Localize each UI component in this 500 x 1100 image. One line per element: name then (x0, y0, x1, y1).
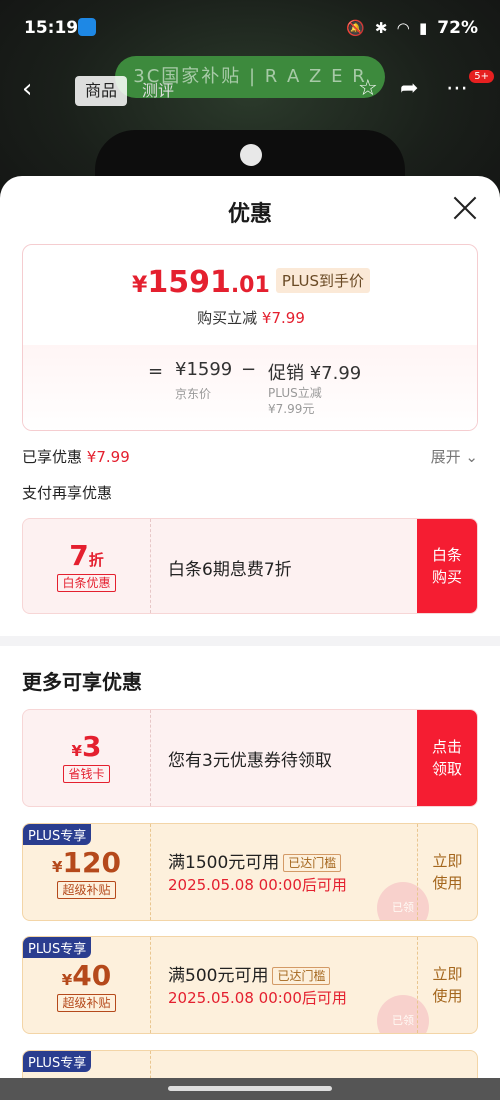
baitiao-desc: 白条6期息费7折 (168, 560, 292, 580)
price-breakdown-card: ¥1591.01 PLUS到手价 购买立减 ¥7.99 = ¥1599 京东价 … (22, 244, 478, 431)
home-indicator[interactable] (0, 1078, 500, 1100)
promo-sub-label: PLUS立减 ¥7.99元 (268, 386, 322, 416)
baitiao-buy-button[interactable]: 白条 购买 (417, 519, 477, 613)
plus-coupon: PLUS专享 ¥120 超级补贴 满1500元可用 已达门槛 2025.05.08… (22, 823, 478, 921)
threshold-met-tag: 已达门槛 (283, 854, 342, 872)
more-icon[interactable]: ⋯ (446, 76, 468, 101)
super-subsidy-tag: 超级补贴 (57, 994, 116, 1012)
mute-icon: 🔕 (346, 19, 365, 37)
plus-coupon: PLUS专享 ¥40 超级补贴 满500元可用 已达门槛 2025.05.08 0… (22, 936, 478, 1034)
promo-discount: 促销 ¥7.99 (268, 363, 362, 384)
baitiao-amount-block: 7折 白条优惠 (23, 519, 151, 613)
sheet-title: 优惠 (227, 202, 272, 227)
more-discounts-title: 更多可享优惠 (22, 670, 142, 694)
bluetooth-icon: ✱ (374, 19, 388, 37)
threshold-met-tag: 已达门槛 (272, 967, 331, 985)
final-price-row: ¥1591.01 PLUS到手价 (23, 265, 477, 300)
claim-coupon-button[interactable]: 点击 领取 (417, 710, 477, 806)
baitiao-coupon: 7折 白条优惠 白条6期息费7折 白条 购买 (22, 518, 478, 614)
instant-discount: 购买立减 ¥7.99 (197, 309, 305, 327)
use-now-button[interactable]: 立即 使用 (417, 937, 477, 1033)
baitiao-tag: 白条优惠 (57, 574, 116, 592)
enjoyed-discount: 已享优惠 ¥7.99 (22, 448, 130, 466)
use-now-button[interactable]: 立即 使用 (417, 824, 477, 920)
back-icon[interactable]: ‹ (22, 74, 32, 104)
final-price: ¥1591.01 (132, 265, 270, 300)
tab-product[interactable]: 商品 (75, 76, 128, 106)
xbox-logo-icon (240, 144, 262, 166)
status-time: 15:19 (24, 18, 79, 38)
battery-percent: 72% (437, 18, 478, 38)
pay-more-label: 支付再享优惠 (22, 484, 113, 502)
signal-icon: ▮ (419, 19, 428, 37)
section-divider (0, 636, 500, 646)
savings-amount-block: ¥3 省钱卡 (23, 710, 151, 806)
savings-card-coupon: ¥3 省钱卡 您有3元优惠券待领取 点击 领取 (22, 709, 478, 807)
plus-coupon-desc: 满1500元可用 已达门槛 (168, 848, 342, 873)
share-icon[interactable]: ➦ (400, 76, 418, 101)
minus-sign: − (241, 359, 257, 380)
product-navbar: ‹ 商品 测评 ☆ ➦ ⋯ 5+ (0, 70, 500, 112)
price-formula: = ¥1599 京东价 − 促销 ¥7.99 PLUS立减 ¥7.99元 (23, 345, 477, 430)
close-icon[interactable] (452, 194, 478, 220)
plus-coupon-amount-block: ¥120 超级补贴 (23, 824, 151, 920)
wifi-icon: ◠ (397, 19, 410, 37)
plus-coupon-desc: 满500元可用 已达门槛 (168, 961, 331, 986)
discount-sheet: 优惠 ¥1591.01 PLUS到手价 购买立减 ¥7.99 = ¥1599 京… (0, 176, 500, 1100)
plus-coupon-amount-block: ¥40 超级补贴 (23, 937, 151, 1033)
jd-price: ¥1599 (175, 359, 233, 380)
savings-card-desc: 您有3元优惠券待领取 (168, 751, 332, 771)
super-subsidy-tag: 超级补贴 (57, 881, 116, 899)
status-bar: 15:19 🔕 ✱ ◠ ▮ 72% (0, 0, 500, 56)
cart-badge: 5+ (469, 70, 494, 83)
plus-coupon-time: 2025.05.08 00:00后可用 (168, 989, 347, 1007)
equals-sign: = (148, 361, 164, 382)
expand-toggle[interactable]: 展开 ⌄ (431, 446, 478, 467)
jd-price-label: 京东价 (175, 387, 212, 401)
plus-coupon-time: 2025.05.08 00:00后可用 (168, 876, 347, 894)
tab-review[interactable]: 测评 (142, 76, 174, 106)
status-right: 🔕 ✱ ◠ ▮ 72% (346, 18, 478, 38)
favorite-star-icon[interactable]: ☆ (358, 76, 378, 101)
savings-card-tag: 省钱卡 (63, 765, 110, 783)
plus-price-tag: PLUS到手价 (275, 268, 370, 293)
app-notification-icon (78, 18, 96, 36)
chevron-down-icon: ⌄ (465, 448, 478, 466)
